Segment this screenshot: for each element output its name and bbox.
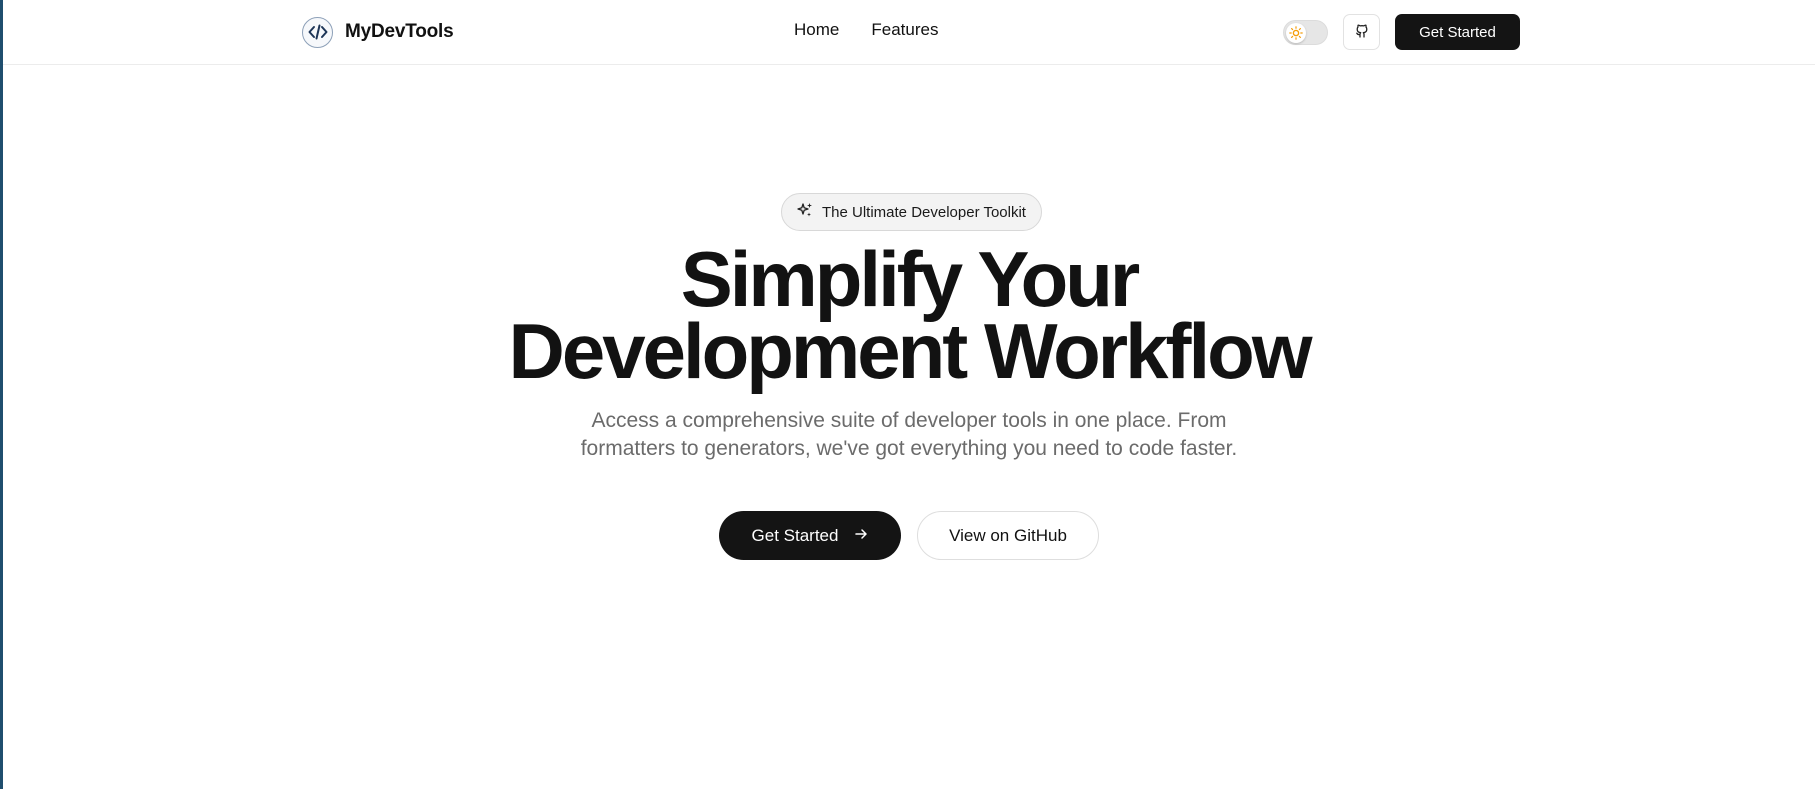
nav-get-started-button[interactable]: Get Started xyxy=(1395,14,1520,50)
code-brackets-icon xyxy=(302,16,333,48)
sparkles-icon xyxy=(797,202,813,222)
badge-text: The Ultimate Developer Toolkit xyxy=(822,203,1026,221)
main-nav: Home Features xyxy=(794,20,938,40)
hero-headline: Simplify Your Development Workflow xyxy=(3,235,1815,395)
navbar: MyDevTools Home Features Get Started xyxy=(3,0,1815,65)
arrow-right-icon xyxy=(854,526,868,546)
view-on-github-button[interactable]: View on GitHub xyxy=(917,511,1099,560)
sun-icon xyxy=(1286,23,1306,43)
theme-toggle[interactable] xyxy=(1283,20,1328,45)
brand-name: MyDevTools xyxy=(345,21,454,42)
hero-section: The Ultimate Developer Toolkit Simplify … xyxy=(3,65,1815,789)
hero-actions: Get Started View on GitHub xyxy=(719,511,1099,560)
subheading-line-1: Access a comprehensive suite of develope… xyxy=(591,409,1227,432)
brand-link[interactable]: MyDevTools xyxy=(302,16,454,48)
headline-line-2: Development Workflow xyxy=(508,307,1312,395)
get-started-button[interactable]: Get Started xyxy=(719,511,901,560)
hero-badge: The Ultimate Developer Toolkit xyxy=(781,193,1042,231)
subheading-line-2: formatters to generators, we've got ever… xyxy=(580,437,1238,460)
nav-link-home[interactable]: Home xyxy=(794,20,839,40)
get-started-label: Get Started xyxy=(751,525,839,545)
github-button[interactable] xyxy=(1343,14,1380,50)
hero-subheading: Access a comprehensive suite of develope… xyxy=(3,407,1815,463)
headline-line-1: Simplify Your xyxy=(680,235,1141,323)
nav-link-features[interactable]: Features xyxy=(871,20,938,40)
github-icon xyxy=(1354,23,1370,42)
